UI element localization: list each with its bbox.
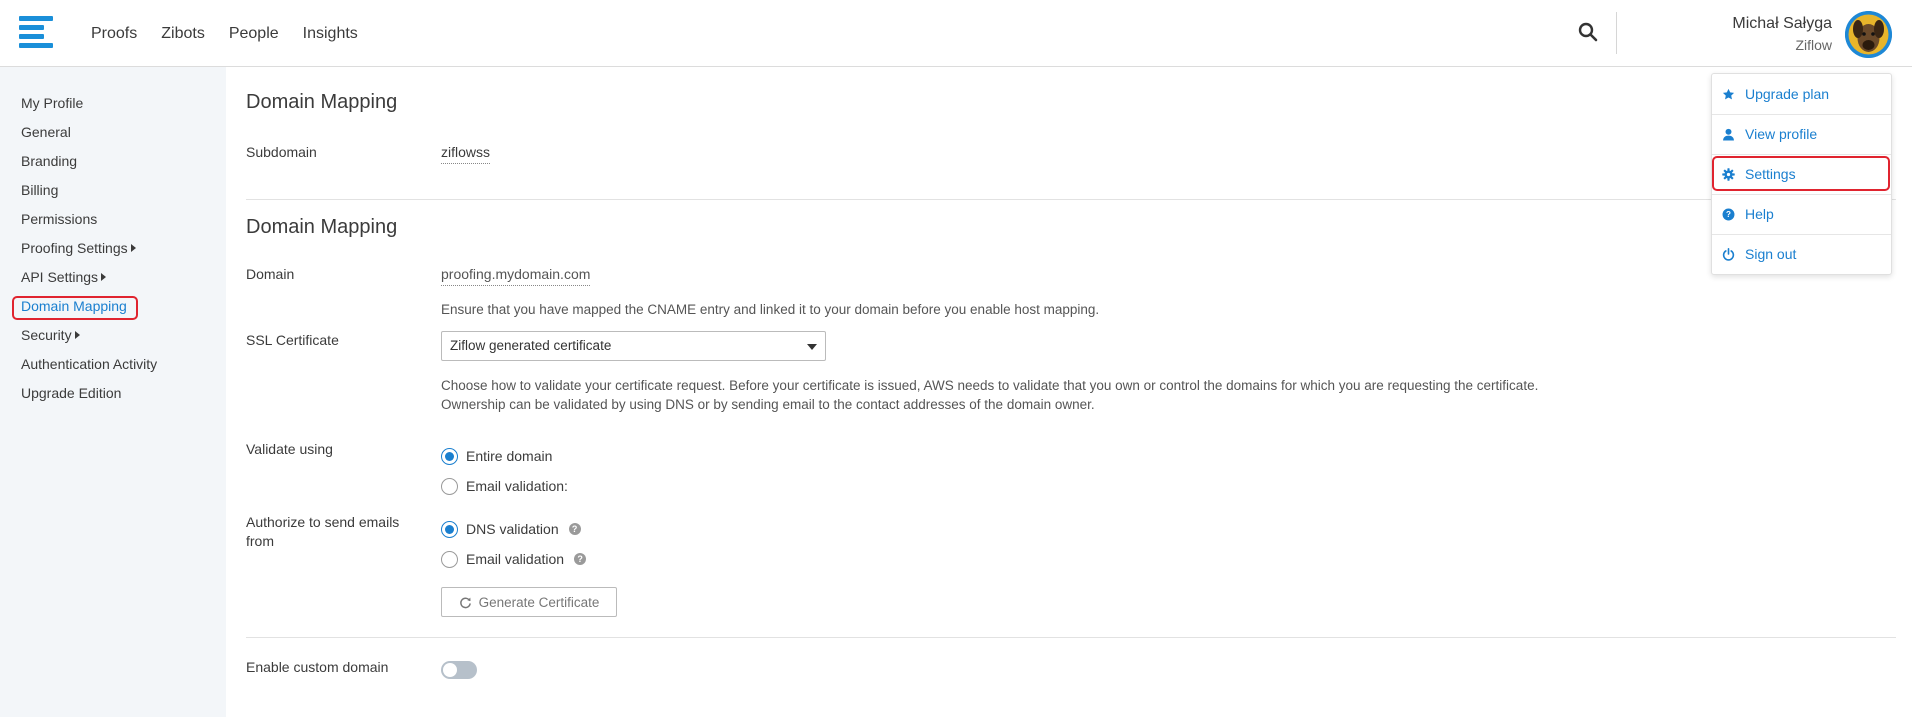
sidebar-item-label: API Settings: [21, 269, 99, 285]
radio-email-validation-authorize[interactable]: Email validation ?: [441, 550, 587, 568]
power-icon: [1722, 247, 1735, 261]
settings-sidebar: My Profile General Branding Billing Perm…: [0, 67, 226, 717]
menu-item-label: View profile: [1745, 126, 1818, 142]
main-content: Domain Mapping Subdomain ziflowss Domain…: [226, 67, 1912, 717]
domain-label: Domain: [246, 266, 295, 282]
active-item-highlight: [12, 296, 138, 320]
menu-item-view-profile[interactable]: View profile: [1712, 114, 1891, 154]
ssl-help-line-2: Ownership can be validated by using DNS …: [441, 397, 1095, 412]
menu-item-sign-out[interactable]: Sign out: [1712, 234, 1891, 274]
avatar[interactable]: [1845, 11, 1892, 58]
user-name[interactable]: Michał Sałyga: [1732, 15, 1832, 33]
sidebar-item-label: Security: [21, 327, 72, 343]
sidebar-item-security[interactable]: Security: [21, 327, 80, 343]
radio-entire-domain[interactable]: Entire domain: [441, 447, 552, 465]
radio-unchecked[interactable]: [441, 550, 458, 568]
caret-right-icon: [74, 331, 80, 339]
ssl-certificate-value: Ziflow generated certificate: [450, 338, 612, 353]
user-icon: [1723, 128, 1734, 140]
radio-label: DNS validation: [466, 521, 559, 537]
header-divider: [1616, 12, 1617, 54]
caret-right-icon: [101, 273, 107, 281]
avatar-dog-icon: [1845, 11, 1892, 58]
top-bar: Proofs Zibots People Insights Michał Sał…: [0, 0, 1912, 67]
menu-item-help[interactable]: ? Help: [1712, 194, 1891, 234]
sidebar-item-authentication-activity[interactable]: Authentication Activity: [21, 356, 157, 372]
star-icon: [1722, 88, 1735, 99]
ssl-certificate-select[interactable]: Ziflow generated certificate: [441, 331, 826, 361]
sidebar-item-my-profile[interactable]: My Profile: [21, 95, 83, 111]
ssl-help-line-1: Choose how to validate your certificate …: [441, 378, 1539, 393]
user-org: Ziflow: [1795, 37, 1832, 53]
generate-certificate-label: Generate Certificate: [478, 594, 600, 610]
svg-text:?: ?: [1726, 210, 1731, 219]
nav-proofs[interactable]: Proofs: [91, 25, 137, 43]
sidebar-item-upgrade-edition[interactable]: Upgrade Edition: [21, 385, 121, 401]
nav-insights[interactable]: Insights: [303, 25, 358, 43]
settings-highlight: [1712, 156, 1890, 191]
search-icon[interactable]: [1578, 22, 1598, 42]
divider: [246, 637, 1896, 638]
enable-custom-domain-label: Enable custom domain: [246, 659, 389, 675]
menu-item-label: Upgrade plan: [1745, 86, 1830, 102]
subdomain-value[interactable]: ziflowss: [441, 144, 491, 164]
generate-certificate-button[interactable]: Generate Certificate: [441, 587, 617, 617]
caret-right-icon: [130, 244, 136, 252]
divider: [246, 199, 1896, 200]
domain-input[interactable]: proofing.mydomain.com: [441, 266, 591, 286]
menu-item-upgrade-plan[interactable]: Upgrade plan: [1712, 74, 1891, 114]
radio-checked[interactable]: [441, 520, 458, 538]
question-icon: ?: [1722, 208, 1735, 220]
validate-using-label: Validate using: [246, 441, 333, 457]
sidebar-item-billing[interactable]: Billing: [21, 182, 58, 198]
radio-checked[interactable]: [441, 447, 458, 465]
radio-label: Email validation:: [466, 478, 568, 494]
section-title-subdomain: Domain Mapping: [246, 91, 398, 113]
radio-label: Entire domain: [466, 448, 553, 464]
ziflow-logo[interactable]: [19, 16, 53, 48]
sidebar-item-proofing-settings[interactable]: Proofing Settings: [21, 240, 136, 256]
domain-help-text: Ensure that you have mapped the CNAME en…: [441, 302, 1100, 317]
authorize-label-line-1: Authorize to send emails: [246, 514, 400, 530]
sidebar-item-api-settings[interactable]: API Settings: [21, 269, 107, 285]
section-title-domain-mapping: Domain Mapping: [246, 216, 398, 238]
sidebar-item-branding[interactable]: Branding: [21, 153, 77, 169]
menu-item-label: Help: [1745, 206, 1774, 222]
nav-people[interactable]: People: [229, 25, 279, 43]
radio-label: Email validation: [466, 551, 565, 567]
nav-zibots[interactable]: Zibots: [161, 25, 205, 43]
menu-item-label: Sign out: [1745, 246, 1797, 262]
help-icon[interactable]: ?: [568, 523, 581, 535]
main-nav: Proofs Zibots People Insights: [91, 0, 358, 67]
sidebar-item-label: Proofing Settings: [21, 240, 128, 256]
ssl-certificate-label: SSL Certificate: [246, 332, 339, 348]
sidebar-item-general[interactable]: General: [21, 124, 71, 140]
refresh-icon: [459, 597, 471, 608]
enable-custom-domain-toggle[interactable]: [441, 661, 477, 679]
sidebar-item-permissions[interactable]: Permissions: [21, 211, 97, 227]
subdomain-label: Subdomain: [246, 144, 317, 160]
help-icon[interactable]: ?: [574, 553, 587, 565]
radio-unchecked[interactable]: [441, 477, 458, 495]
dropdown-arrow-icon: [807, 344, 817, 350]
radio-dns-validation[interactable]: DNS validation ?: [441, 520, 581, 538]
radio-email-validation[interactable]: Email validation:: [441, 477, 568, 495]
authorize-label-line-2: from: [246, 533, 274, 549]
